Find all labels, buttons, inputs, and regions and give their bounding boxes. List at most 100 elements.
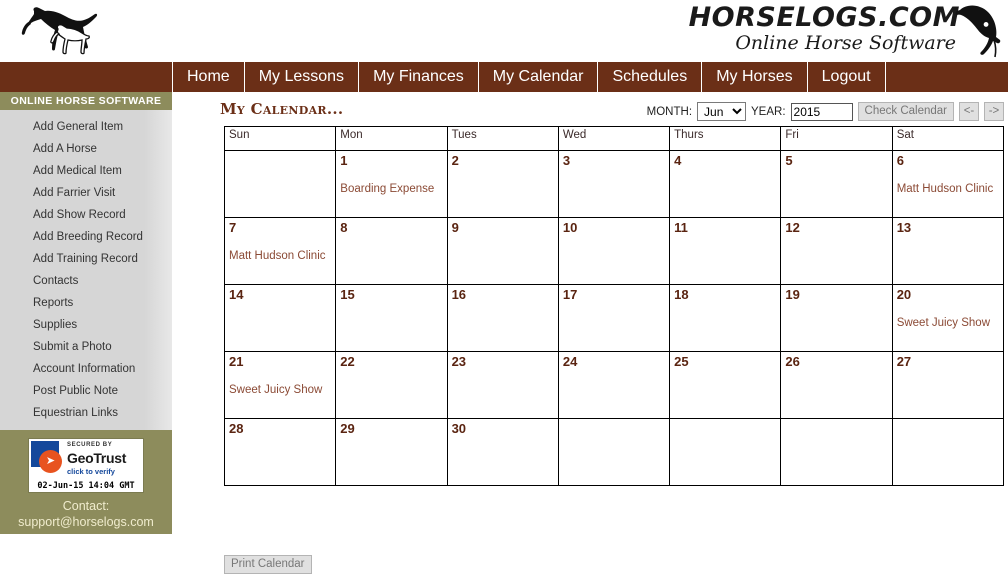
year-label: YEAR: [751, 105, 786, 118]
day-number: 30 [451, 421, 467, 436]
nav-item-logout[interactable]: Logout [806, 62, 886, 92]
sidebar-item-add-show-record[interactable]: Add Show Record [0, 204, 172, 226]
calendar-day-cell[interactable]: 16 [446, 284, 559, 352]
calendar-week-row: 21 Sweet Juicy Show 22 23 24 25 26 27 [223, 351, 1005, 419]
sidebar-item-add-general-item[interactable]: Add General Item [0, 116, 172, 138]
day-header-sat: Sat [891, 126, 1005, 151]
nav-item-my-horses[interactable]: My Horses [701, 62, 806, 92]
calendar-day-cell[interactable]: 26 [780, 351, 893, 419]
calendar-day-cell[interactable]: 9 [446, 217, 559, 285]
calendar-day-cell[interactable]: 29 [335, 418, 448, 486]
calendar-day-cell[interactable]: 24 [557, 351, 671, 419]
sidebar-item-contacts[interactable]: Contacts [0, 270, 172, 292]
nav-item-schedules[interactable]: Schedules [597, 62, 701, 92]
calendar-header-row: Sun Mon Tues Wed Thurs Fri Sat [223, 126, 1005, 151]
month-label: MONTH: [646, 105, 693, 118]
calendar-day-cell[interactable]: 27 [891, 351, 1005, 419]
year-input[interactable] [790, 102, 853, 121]
calendar-week-row: 7 Matt Hudson Clinic 8 9 10 11 12 13 [223, 217, 1005, 285]
site-banner: HORSELOGS.COM Online Horse Software [0, 0, 1008, 62]
calendar-day-cell[interactable]: 17 [557, 284, 671, 352]
calendar-empty-cell [891, 418, 1005, 486]
calendar-week-row: 14 15 16 17 18 19 20 Sweet Juicy Show [223, 284, 1005, 352]
day-number: 11 [674, 220, 688, 235]
day-number: 25 [674, 354, 689, 369]
sidebar-item-add-breeding-record[interactable]: Add Breeding Record [0, 226, 172, 248]
calendar-day-cell[interactable]: 11 [669, 217, 782, 285]
geotrust-verify-link[interactable]: click to verify [67, 467, 115, 476]
brand-title: HORSELOGS.COM [688, 2, 960, 33]
day-number: 8 [340, 220, 348, 235]
calendar-event[interactable]: Matt Hudson Clinic [897, 182, 999, 196]
day-number: 13 [896, 220, 912, 235]
calendar-day-cell[interactable]: 21 Sweet Juicy Show [223, 351, 337, 419]
day-number: 15 [340, 287, 355, 302]
sidebar-item-add-training-record[interactable]: Add Training Record [0, 248, 172, 270]
calendar-week-row: 1 Boarding Expense 2 3 4 5 6 Matt Hudson Clinic [223, 150, 1005, 218]
sidebar: ONLINE HORSE SOFTWARE Add General Item A… [0, 92, 172, 534]
sidebar-item-reports[interactable]: Reports [0, 292, 172, 314]
sidebar-item-post-public-note[interactable]: Post Public Note [0, 380, 172, 402]
day-number: 5 [785, 153, 793, 168]
calendar-day-cell[interactable]: 13 [891, 217, 1005, 285]
nav-item-home[interactable]: Home [172, 62, 244, 92]
calendar-empty-cell [669, 418, 782, 486]
calendar-day-cell[interactable]: 28 [223, 418, 337, 486]
sidebar-item-supplies[interactable]: Supplies [0, 314, 172, 336]
calendar-day-cell[interactable]: 30 [446, 418, 559, 486]
calendar-day-cell[interactable]: 22 [335, 351, 448, 419]
day-header-wed: Wed [557, 126, 671, 151]
calendar-event[interactable]: Boarding Expense [340, 182, 442, 196]
day-number: 4 [674, 153, 682, 168]
day-header-mon: Mon [335, 126, 448, 151]
calendar-day-cell[interactable]: 5 [780, 150, 893, 218]
nav-item-my-calendar[interactable]: My Calendar [477, 62, 598, 92]
calendar-day-cell[interactable]: 7 Matt Hudson Clinic [223, 217, 337, 285]
calendar-day-cell[interactable]: 4 [669, 150, 782, 218]
nav-item-my-lessons[interactable]: My Lessons [243, 62, 358, 92]
calendar-day-cell[interactable]: 25 [669, 351, 782, 419]
calendar-day-cell[interactable]: 1 Boarding Expense [335, 150, 448, 218]
calendar-day-cell[interactable]: 12 [780, 217, 893, 285]
calendar-day-cell[interactable]: 8 [335, 217, 448, 285]
calendar-empty-cell [780, 418, 893, 486]
contact-email[interactable]: support@horselogs.com [0, 514, 172, 530]
previous-month-button[interactable]: <- [959, 102, 979, 121]
geotrust-badge[interactable]: ➤ SECURED BY GeoTrust click to verify 02… [28, 438, 144, 493]
calendar-day-cell[interactable]: 2 [446, 150, 559, 218]
calendar-day-cell[interactable]: 14 [223, 284, 337, 352]
calendar-controls: MONTH: JanFebMarAprMayJunJulAugSepOctNov… [647, 102, 1004, 121]
check-calendar-button[interactable]: Check Calendar [857, 102, 954, 121]
sidebar-item-submit-a-photo[interactable]: Submit a Photo [0, 336, 172, 358]
calendar-day-cell[interactable]: 19 [780, 284, 893, 352]
calendar-event[interactable]: Matt Hudson Clinic [229, 249, 331, 263]
calendar-day-cell[interactable]: 18 [669, 284, 782, 352]
calendar-day-cell[interactable]: 15 [335, 284, 448, 352]
sidebar-item-add-farrier-visit[interactable]: Add Farrier Visit [0, 182, 172, 204]
next-month-button[interactable]: -> [984, 102, 1004, 121]
calendar-day-cell[interactable]: 23 [446, 351, 559, 419]
sidebar-item-equestrian-links[interactable]: Equestrian Links [0, 402, 172, 424]
calendar-day-cell[interactable]: 6 Matt Hudson Clinic [891, 150, 1005, 218]
calendar-table: Sun Mon Tues Wed Thurs Fri Sat 1 Boarding… [223, 126, 1005, 486]
calendar-empty-cell [223, 150, 337, 218]
sidebar-item-add-a-horse[interactable]: Add A Horse [0, 138, 172, 160]
geotrust-secured-label: SECURED BY [67, 442, 113, 448]
calendar-day-cell[interactable]: 3 [557, 150, 671, 218]
calendar-event[interactable]: Sweet Juicy Show [229, 383, 331, 397]
sidebar-item-add-medical-item[interactable]: Add Medical Item [0, 160, 172, 182]
day-number: 26 [785, 354, 800, 369]
sidebar-item-account-information[interactable]: Account Information [0, 358, 172, 380]
calendar-day-cell[interactable]: 10 [557, 217, 671, 285]
geotrust-timestamp: 02-Jun-15 14:04 GMT [37, 481, 135, 491]
calendar-event[interactable]: Sweet Juicy Show [897, 316, 999, 330]
print-calendar-button[interactable]: Print Calendar [224, 555, 312, 574]
geotrust-arrow-icon: ➤ [45, 455, 56, 467]
nav-item-my-finances[interactable]: My Finances [358, 62, 478, 92]
day-number: 23 [451, 354, 467, 369]
day-number: 3 [562, 153, 571, 168]
month-select[interactable]: JanFebMarAprMayJunJulAugSepOctNovDec [697, 102, 747, 121]
calendar-week-row: 28 29 30 [223, 418, 1005, 486]
calendar-day-cell[interactable]: 20 Sweet Juicy Show [891, 284, 1005, 352]
